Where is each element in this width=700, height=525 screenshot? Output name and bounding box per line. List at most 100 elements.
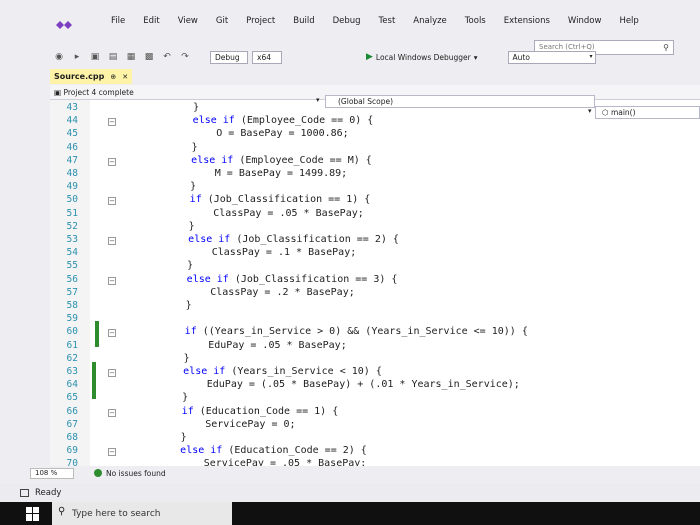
collapse-icon[interactable]: − xyxy=(108,157,116,166)
save-all-icon[interactable]: ▩ xyxy=(142,51,156,63)
line-number: 64 xyxy=(66,379,78,391)
menu-item-build[interactable]: Build xyxy=(284,16,323,26)
code-text: EduPay = (.05 * BasePay) + (.01 * Years_… xyxy=(134,379,520,391)
line-number: 67 xyxy=(66,418,78,430)
line-number: 53 xyxy=(66,234,78,245)
code-text: ServicePay = 0; xyxy=(133,418,296,430)
change-indicator xyxy=(92,362,96,399)
back-icon[interactable]: ◉ xyxy=(52,51,66,63)
line-number: 51 xyxy=(66,207,78,219)
collapse-icon[interactable]: − xyxy=(108,276,116,285)
menu-item-test[interactable]: Test xyxy=(370,16,405,26)
forward-icon[interactable]: ▸ xyxy=(70,51,84,63)
open-icon[interactable]: ▤ xyxy=(106,51,120,63)
chevron-down-icon: ▾ xyxy=(316,96,320,104)
play-icon: ▶ xyxy=(366,52,373,62)
keyword: else if xyxy=(183,366,226,377)
collapse-icon[interactable]: − xyxy=(108,408,116,417)
code-text: } xyxy=(139,260,194,272)
line-number: 55 xyxy=(66,260,78,272)
taskbar-search-input[interactable]: ⚲ Type here to search xyxy=(52,502,232,525)
keyword: if xyxy=(181,405,194,417)
menu-item-extensions[interactable]: Extensions xyxy=(495,16,559,26)
line-number: 54 xyxy=(66,247,78,259)
line-number: 46 xyxy=(66,141,78,153)
pin-icon[interactable]: ⊕ xyxy=(110,73,116,81)
line-number: 56 xyxy=(66,273,78,285)
platform-select[interactable]: x64 xyxy=(252,50,282,64)
code-text: M = BasePay = 1499.89; xyxy=(142,168,348,179)
new-project-icon[interactable]: ▣ xyxy=(88,51,102,63)
collapse-icon[interactable]: − xyxy=(108,369,116,377)
code-text: if (Education_Code == 1) { xyxy=(181,405,339,417)
code-text: else if (Job_Classification == 2) { xyxy=(188,234,399,245)
menu-items: File Edit View Git Project Build Debug Test Anal… xyxy=(102,16,648,26)
menu-item-tools[interactable]: Tools xyxy=(456,16,495,26)
code-text: } xyxy=(135,352,190,364)
start-debugging-button[interactable]: ▶ Local Windows Debugger ▾ xyxy=(366,52,478,62)
member-dropdown[interactable]: ⬡ main() xyxy=(595,106,700,119)
zoom-select[interactable]: 108 % xyxy=(30,467,74,479)
line-number: 44 xyxy=(66,115,78,127)
code-text: else if (Employee_Code == M) { xyxy=(191,154,372,166)
save-icon[interactable]: ▦ xyxy=(124,51,138,63)
ready-status: Ready xyxy=(35,488,62,498)
close-icon[interactable]: ✕ xyxy=(122,73,128,81)
configuration-value: Debug xyxy=(215,52,240,62)
menu-item-analyze[interactable]: Analyze xyxy=(404,16,456,26)
menu-item-edit[interactable]: Edit xyxy=(134,16,168,26)
code-text: } xyxy=(140,220,195,232)
keyword: if xyxy=(184,326,197,338)
line-number: 50 xyxy=(66,194,78,206)
collapse-icon[interactable]: − xyxy=(108,237,116,245)
chevron-down-icon: ▾ xyxy=(588,107,592,115)
code-text: } xyxy=(143,141,198,153)
menu-item-project[interactable]: Project xyxy=(237,16,284,26)
menu-item-file[interactable]: File xyxy=(102,16,134,26)
windows-taskbar: ⚲ Type here to search xyxy=(0,502,700,525)
code-editor[interactable]: 43 } 44 else if (Employee_Code == 0) {− 45… xyxy=(50,100,700,472)
menu-item-debug[interactable]: Debug xyxy=(324,16,370,26)
platform-value: x64 xyxy=(257,52,271,62)
code-text: } xyxy=(145,102,200,113)
keyword: else if xyxy=(180,445,223,457)
tab-source-cpp[interactable]: Source.cpp ⊕ ✕ xyxy=(50,69,132,84)
line-number: 52 xyxy=(66,220,78,232)
configuration-select[interactable]: Debug xyxy=(210,50,248,64)
line-number: 69 xyxy=(66,445,78,457)
windows-start-icon[interactable] xyxy=(26,506,40,521)
auto-select[interactable]: Auto ▾ xyxy=(507,50,596,64)
code-text: } xyxy=(137,300,192,311)
menu-item-window[interactable]: Window xyxy=(559,16,611,26)
project-dropdown[interactable]: ▣ Project 4 complete xyxy=(50,88,320,97)
collapse-icon[interactable]: − xyxy=(108,118,116,127)
line-number: 45 xyxy=(66,128,78,140)
line-number: 57 xyxy=(66,286,78,298)
code-text: else if (Job_Classification == 3) { xyxy=(186,273,398,285)
undo-icon[interactable]: ↶ xyxy=(160,51,174,63)
line-number: 68 xyxy=(66,432,78,443)
collapse-icon[interactable]: − xyxy=(108,197,116,206)
toolbar: ◉ ▸ ▣ ▤ ▦ ▩ ↶ ↷ Debug x64 ▶ Local Window… xyxy=(52,48,700,66)
project-label: Project 4 complete xyxy=(63,87,134,97)
collapse-icon[interactable]: − xyxy=(108,448,116,457)
collapse-icon[interactable]: − xyxy=(108,329,116,338)
menu-item-view[interactable]: View xyxy=(169,16,207,26)
function-icon: ⬡ xyxy=(602,108,611,117)
code-text: if ((Years_in_Service > 0) && (Years_in_… xyxy=(184,326,528,338)
code-text: ClassPay = .2 * BasePay; xyxy=(138,286,355,298)
menu-item-git[interactable]: Git xyxy=(207,16,237,26)
issues-status[interactable]: No issues found xyxy=(106,469,166,478)
visual-studio-logo-icon xyxy=(56,21,72,29)
line-number: 43 xyxy=(66,102,78,113)
change-indicator xyxy=(95,321,99,347)
line-number: 58 xyxy=(66,300,78,311)
status-bar: Ready xyxy=(0,484,700,502)
line-number: 63 xyxy=(66,366,78,377)
keyword: else if xyxy=(188,234,231,245)
scope-dropdown[interactable]: (Global Scope) xyxy=(325,95,595,108)
line-number: 66 xyxy=(66,405,78,417)
redo-icon[interactable]: ↷ xyxy=(178,51,192,63)
line-number: 61 xyxy=(66,339,78,351)
menu-item-help[interactable]: Help xyxy=(610,16,647,26)
